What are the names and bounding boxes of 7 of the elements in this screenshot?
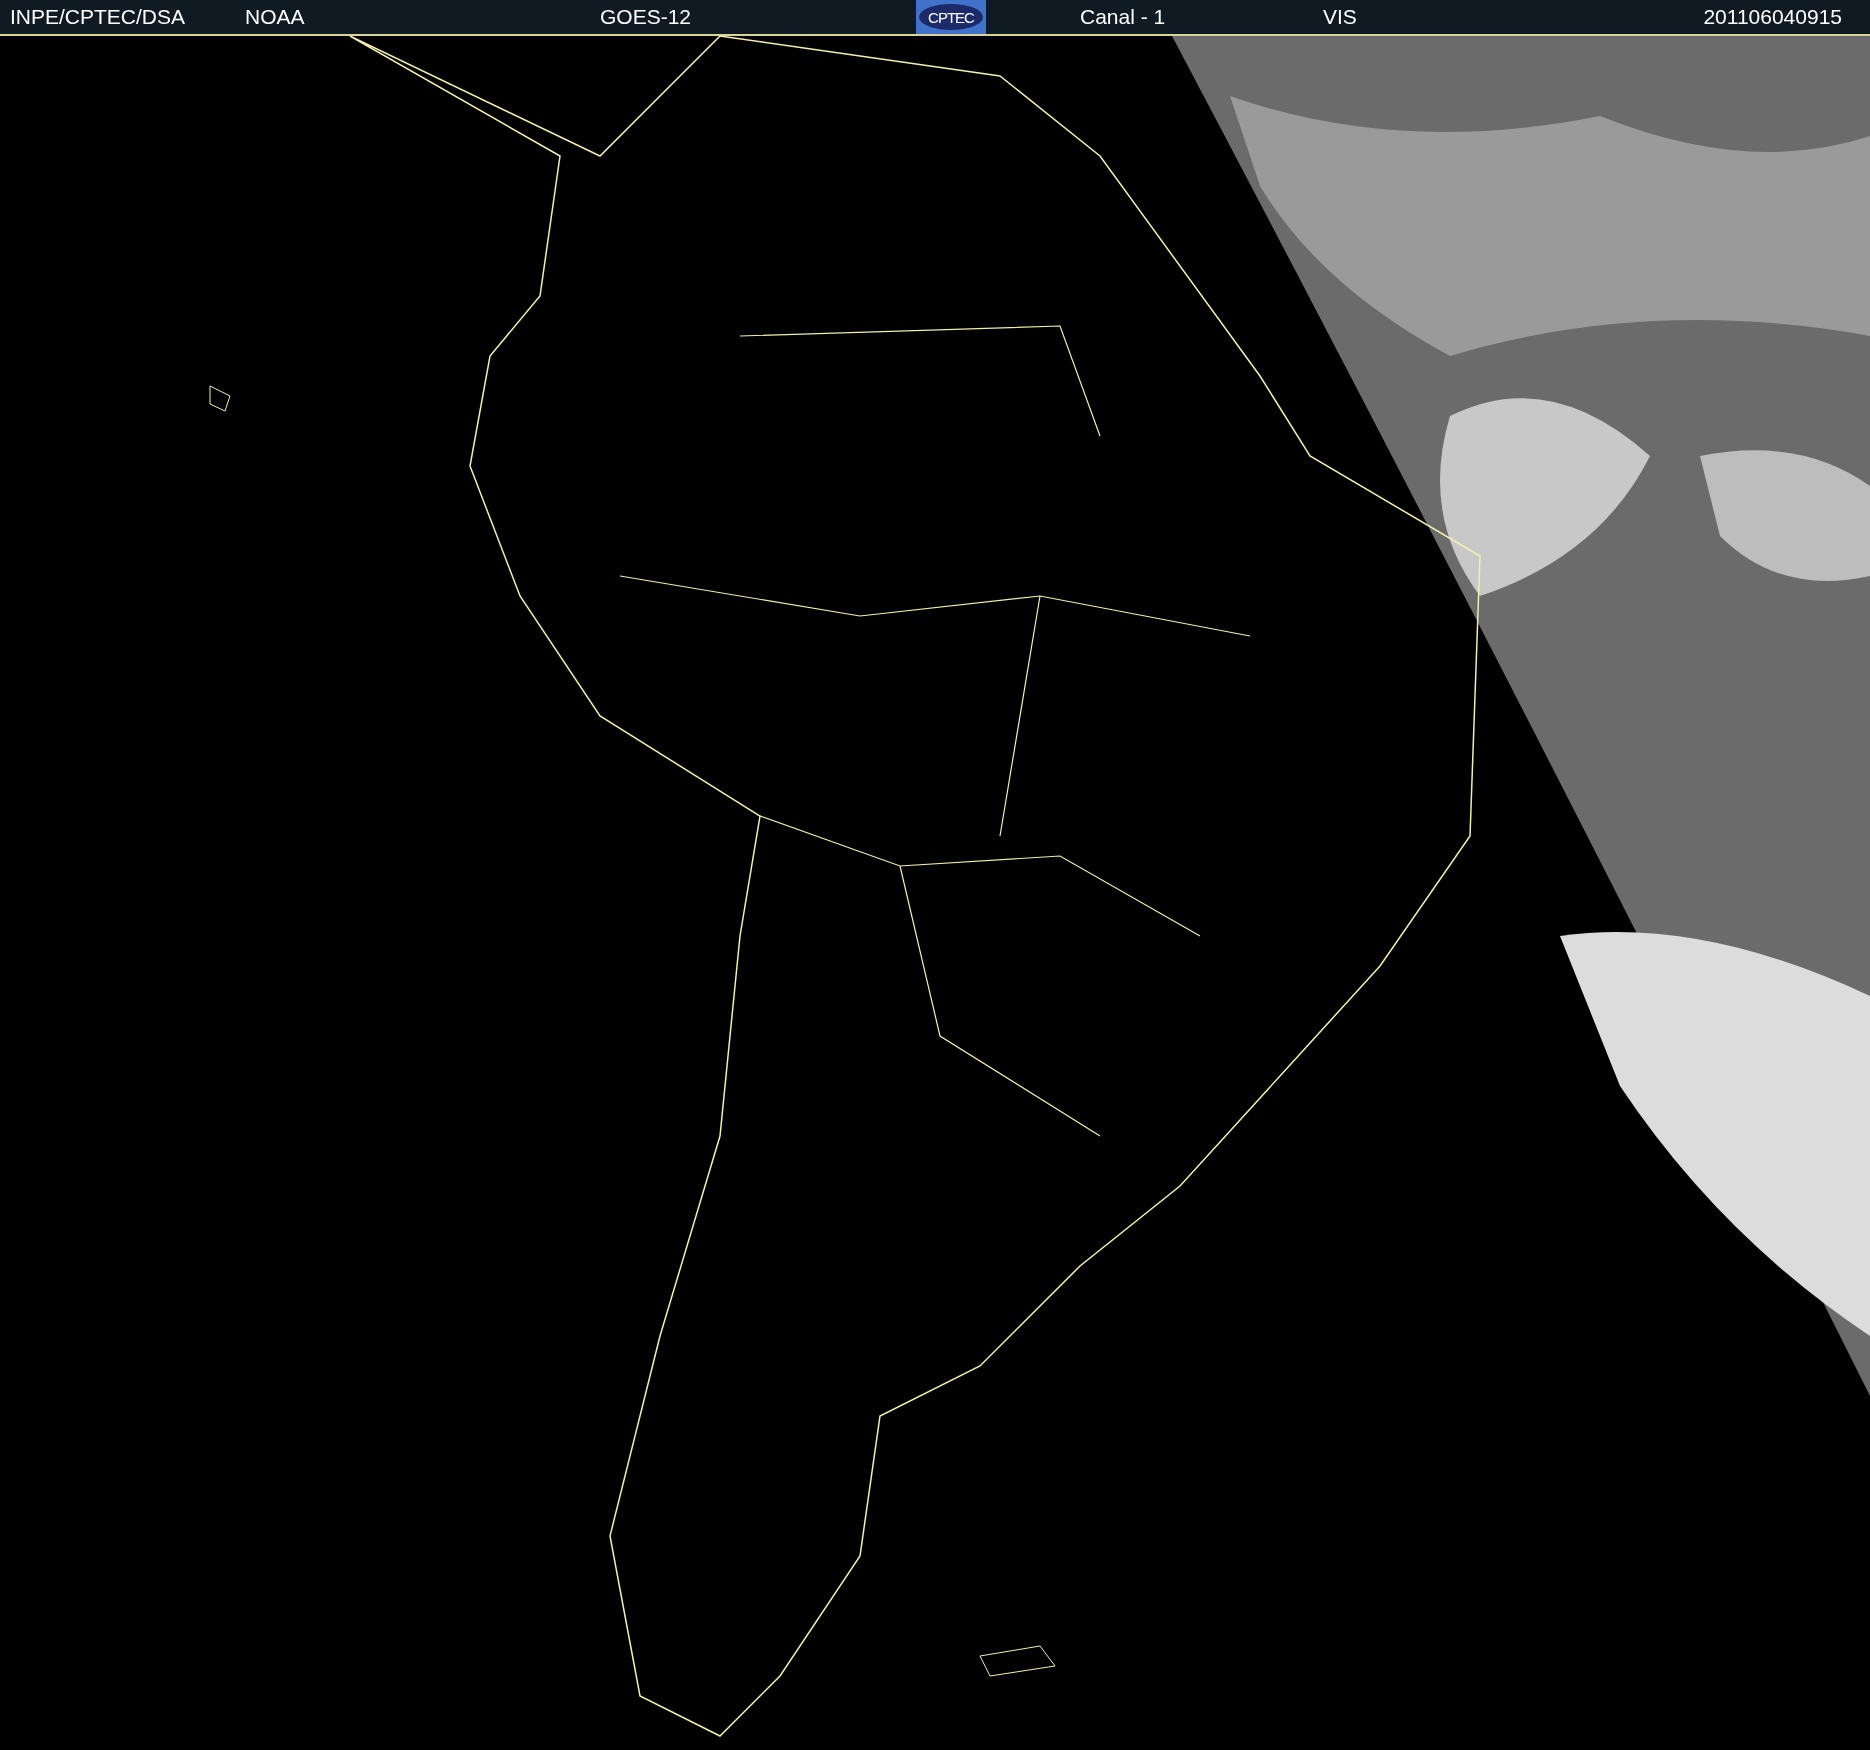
header-text: VIS (1323, 5, 1357, 29)
header-text: NOAA (245, 5, 305, 29)
header-text: INPE/CPTEC/DSA (10, 5, 186, 29)
logo: CPTEC (916, 0, 986, 34)
header-text: Canal - 1 (1080, 5, 1166, 29)
header-text: GOES-12 (600, 5, 692, 29)
header-text: 201106040915 (1703, 5, 1842, 29)
